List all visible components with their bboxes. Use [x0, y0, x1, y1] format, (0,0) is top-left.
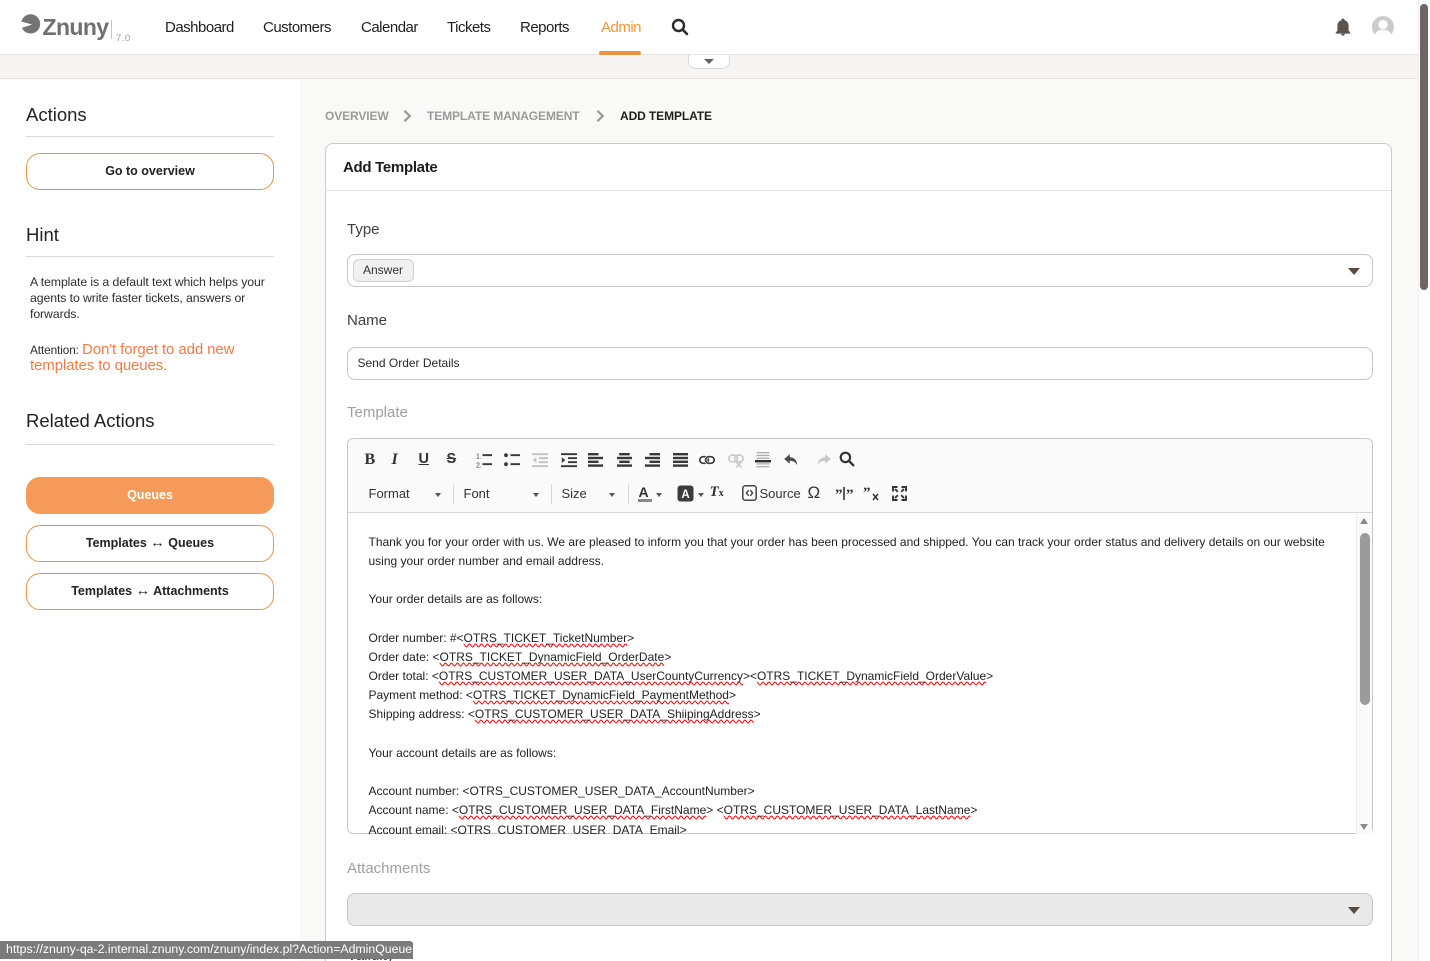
svg-text:”: ”	[863, 486, 871, 501]
svg-text:A: A	[681, 489, 689, 501]
svg-text:1.: 1.	[476, 454, 482, 461]
svg-text:”: ”	[835, 487, 843, 501]
svg-text:”: ”	[846, 487, 854, 501]
svg-text:2.: 2.	[476, 463, 482, 469]
